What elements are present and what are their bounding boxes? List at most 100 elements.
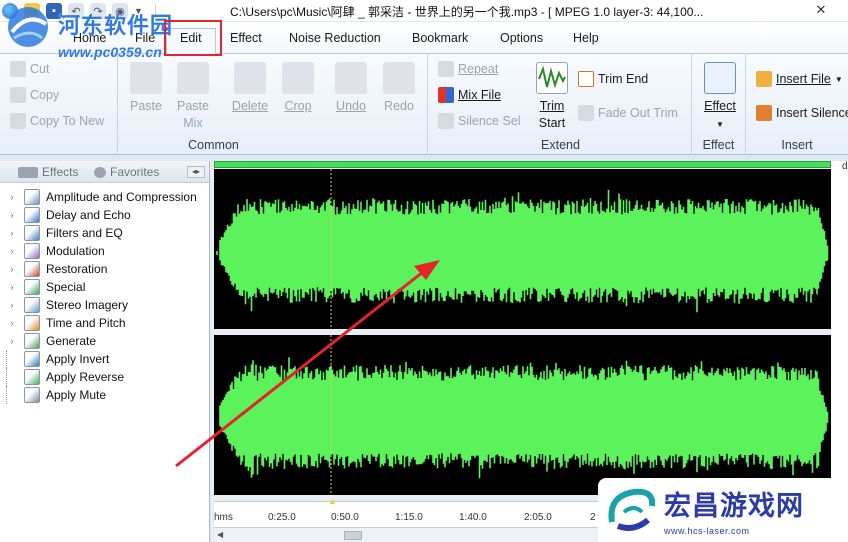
effects-tree-item-label: Restoration: [46, 262, 108, 276]
overview-bar[interactable]: [214, 161, 831, 168]
effect-item-icon: [24, 189, 40, 205]
waveform-channel-left[interactable]: [214, 169, 831, 329]
effect-item-icon: [24, 225, 40, 241]
effect-group: Effect ▼ Effect: [692, 54, 746, 155]
effect-button[interactable]: Effect ▼: [701, 62, 739, 133]
expand-chevron-icon[interactable]: ›: [6, 336, 18, 346]
paste-mix-button[interactable]: Paste Mix: [173, 62, 213, 132]
ribbon: Cut Copy Copy To New Paste Paste Mix Del…: [0, 54, 848, 155]
effects-tree-item[interactable]: Apply Reverse: [0, 368, 209, 386]
effect-group-label: Effect: [702, 138, 735, 152]
mix-file-button[interactable]: Mix File: [438, 87, 501, 103]
effects-tree-item[interactable]: › Amplitude and Compression: [0, 188, 209, 206]
expand-chevron-icon[interactable]: ›: [6, 318, 18, 328]
watermark-bottom: 宏昌游戏网 www.hcs-laser.com: [598, 478, 848, 542]
effect-item-icon: [24, 297, 40, 313]
effects-tree-item-label: Stereo Imagery: [46, 298, 129, 312]
tab-effects-panel[interactable]: Effects: [18, 165, 78, 179]
repeat-icon: [438, 61, 454, 77]
cut-button[interactable]: Cut: [10, 61, 49, 77]
expand-chevron-icon[interactable]: ›: [6, 264, 18, 274]
effects-tree-item-label: Modulation: [46, 244, 105, 258]
insert-file-button[interactable]: Insert File ▼: [756, 71, 843, 87]
scrollbar-thumb[interactable]: [344, 531, 362, 540]
undo-label: Undo: [336, 99, 366, 113]
common-group-label: Common: [188, 138, 239, 152]
crop-label: Crop: [284, 99, 312, 113]
crop-button[interactable]: Crop: [280, 62, 316, 115]
trim-start-button[interactable]: Trim Start: [534, 62, 570, 132]
copy-to-new-icon: [10, 113, 26, 129]
repeat-button[interactable]: Repeat: [438, 61, 498, 77]
tree-connector: [6, 368, 18, 386]
effect-item-icon: [24, 243, 40, 259]
delete-button[interactable]: Delete: [230, 62, 270, 115]
tab-noise-reduction[interactable]: Noise Reduction: [289, 31, 381, 45]
expand-chevron-icon[interactable]: ›: [6, 228, 18, 238]
close-icon[interactable]: ✕: [812, 2, 830, 18]
tab-help[interactable]: Help: [573, 31, 599, 45]
tab-options[interactable]: Options: [500, 31, 543, 45]
tab-effect[interactable]: Effect: [230, 31, 262, 45]
effects-tree-item[interactable]: › Generate: [0, 332, 209, 350]
expand-chevron-icon[interactable]: ›: [6, 282, 18, 292]
copy-button[interactable]: Copy: [10, 87, 59, 103]
effects-tree-item[interactable]: › Filters and EQ: [0, 224, 209, 242]
mix-file-label: Mix File: [458, 88, 502, 102]
insert-silence-button[interactable]: Insert Silence: [756, 105, 848, 121]
mix-file-icon: [438, 87, 454, 103]
expand-chevron-icon[interactable]: ›: [6, 210, 18, 220]
copy-to-new-button[interactable]: Copy To New: [10, 113, 104, 129]
panel-scroll-arrows[interactable]: ◂▸: [187, 166, 205, 178]
effects-tree-item[interactable]: › Modulation: [0, 242, 209, 260]
repeat-label: Repeat: [458, 62, 499, 76]
playhead-marker-icon[interactable]: ▲: [328, 496, 337, 506]
effects-tree-item[interactable]: › Restoration: [0, 260, 209, 278]
effects-tree-item[interactable]: Apply Mute: [0, 386, 209, 404]
tab-bookmark[interactable]: Bookmark: [412, 31, 468, 45]
insert-file-label: Insert File: [776, 72, 831, 86]
effect-item-icon: [24, 207, 40, 223]
effects-tree-item-label: Special: [46, 280, 86, 294]
expand-chevron-icon[interactable]: ›: [6, 192, 18, 202]
effects-tree: › Amplitude and Compression › Delay and Ech…: [0, 183, 209, 404]
tab-edit[interactable]: Edit: [180, 31, 202, 45]
copy-label: Copy: [30, 88, 60, 102]
waveform-trace: [219, 357, 829, 479]
silence-sel-button[interactable]: Silence Sel: [438, 113, 521, 129]
trim-start-icon: [536, 62, 568, 94]
effects-tree-item[interactable]: Apply Invert: [0, 350, 209, 368]
undo-large-icon: [335, 62, 367, 94]
timeline-tick-label: 2: [590, 512, 596, 523]
effects-tab-label: Effects: [42, 165, 79, 179]
fade-out-trim-button[interactable]: Fade Out Trim: [578, 105, 678, 121]
paste-label: Paste: [130, 99, 162, 113]
paste-icon: [130, 62, 162, 94]
scissors-icon: [10, 61, 26, 77]
effects-tree-item-label: Apply Invert: [46, 352, 110, 366]
delete-icon: [234, 62, 266, 94]
waveform-right-svg: [219, 335, 829, 495]
effects-tree-item-label: Delay and Echo: [46, 208, 131, 222]
trim-end-button[interactable]: Trim End: [578, 71, 648, 87]
tab-favorites-panel[interactable]: Favorites: [94, 165, 159, 179]
insert-silence-icon: [756, 105, 772, 121]
paste-button[interactable]: Paste: [128, 62, 164, 115]
silence-sel-label: Silence Sel: [458, 114, 521, 128]
copy-to-new-label: Copy To New: [30, 114, 105, 128]
expand-chevron-icon[interactable]: ›: [6, 246, 18, 256]
effects-tree-item[interactable]: › Stereo Imagery: [0, 296, 209, 314]
expand-chevron-icon[interactable]: ›: [6, 300, 18, 310]
effects-tree-item[interactable]: › Delay and Echo: [0, 206, 209, 224]
waveform-channel-right[interactable]: [214, 335, 831, 495]
undo-button[interactable]: Undo: [333, 62, 369, 115]
scroll-left-icon[interactable]: ◀: [217, 530, 223, 539]
effects-tree-item-label: Time and Pitch: [46, 316, 126, 330]
redo-label: Redo: [384, 99, 414, 113]
tree-connector: [6, 350, 18, 368]
watermark-site-url: www.pc0359.cn: [58, 44, 162, 60]
effects-tree-item[interactable]: › Time and Pitch: [0, 314, 209, 332]
effects-tree-item[interactable]: › Special: [0, 278, 209, 296]
redo-button[interactable]: Redo: [381, 62, 417, 115]
tree-connector: [6, 386, 18, 404]
